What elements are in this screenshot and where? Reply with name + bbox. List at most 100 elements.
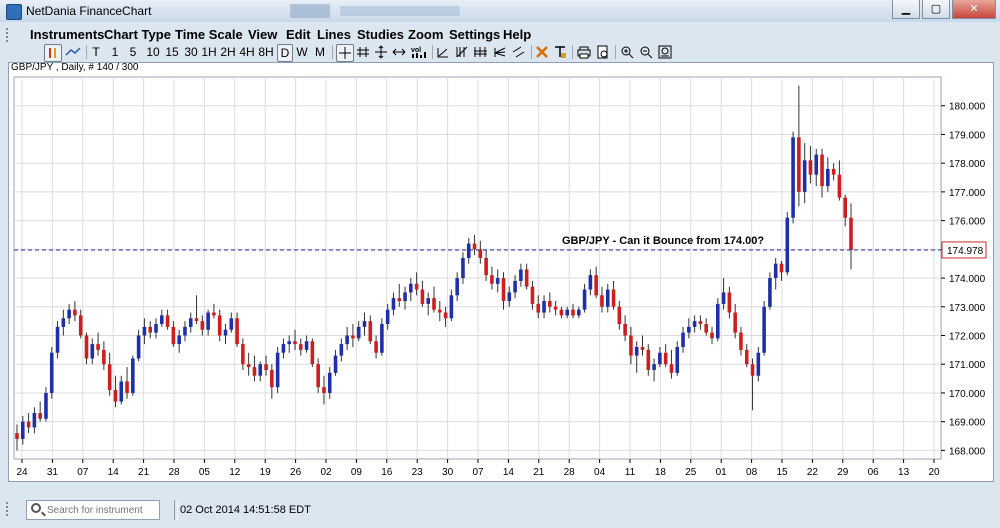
title-bar: NetDania FinanceChart ▁ ▢ ✕ — [0, 0, 1000, 22]
candlestick-chart[interactable]: 168.000 169.000 170.000 171.000 172.000 173.0… — [9, 63, 993, 494]
candle-body — [102, 349, 106, 365]
x-tick-label: 19 — [260, 467, 272, 478]
menu-time-scale[interactable]: Time Scale — [175, 27, 243, 42]
candle-body — [542, 301, 546, 313]
print-icon[interactable] — [576, 44, 592, 60]
timeframe-2h[interactable]: 2H — [220, 44, 236, 60]
trendline-icon[interactable] — [436, 44, 450, 60]
timeframe-10m[interactable]: 10 — [145, 44, 161, 60]
y-tick-label: 171.000 — [949, 360, 986, 371]
candle-body — [194, 318, 199, 322]
candle-body — [721, 292, 726, 304]
menu-lines[interactable]: Lines — [317, 27, 351, 42]
menu-settings[interactable]: Settings — [449, 27, 500, 42]
candle-body — [420, 289, 425, 304]
candle-body — [687, 326, 691, 333]
x-tick-label: 21 — [138, 467, 150, 478]
bar-chart-icon[interactable] — [44, 44, 62, 62]
candle-body — [490, 275, 494, 284]
candle-body — [710, 332, 714, 339]
candle-body — [472, 243, 477, 250]
candle-body — [55, 326, 60, 353]
delete-icon[interactable] — [535, 44, 549, 60]
menu-help[interactable]: Help — [503, 27, 531, 42]
candle-body — [779, 263, 784, 273]
timeframe-15m[interactable]: 15 — [164, 44, 180, 60]
candle-body — [241, 344, 245, 365]
candle-body — [843, 197, 848, 218]
line-chart-icon[interactable] — [64, 44, 82, 60]
svg-text:vol: vol — [411, 47, 421, 54]
candle-body — [374, 341, 378, 353]
candle-body — [270, 369, 274, 388]
menu-edit[interactable]: Edit — [286, 27, 311, 42]
candle-body — [380, 324, 384, 353]
volume-icon[interactable]: vol — [410, 44, 428, 60]
candle-body — [739, 332, 743, 350]
timeframe-8h[interactable]: 8H — [258, 44, 274, 60]
candle-body — [449, 295, 454, 319]
expand-icon[interactable] — [392, 44, 406, 60]
timeframe-1h[interactable]: 1H — [201, 44, 217, 60]
instrument-search[interactable] — [26, 500, 160, 520]
zoom-in-icon[interactable] — [620, 44, 634, 60]
candle-body — [107, 364, 112, 391]
x-tick-label: 20 — [928, 467, 940, 478]
timeframe-4h[interactable]: 4H — [239, 44, 255, 60]
crosshair-icon[interactable] — [336, 44, 354, 62]
maximize-button[interactable]: ▢ — [922, 0, 950, 19]
candle-body — [727, 292, 732, 313]
candle-body — [246, 364, 251, 368]
timeframe-1m[interactable]: 1 — [110, 44, 120, 60]
candle-body — [258, 364, 263, 376]
y-tick-label: 170.000 — [949, 389, 986, 400]
close-button[interactable]: ✕ — [952, 0, 996, 19]
candle-body — [142, 326, 147, 336]
x-tick-label: 26 — [290, 467, 302, 478]
move-icon[interactable] — [374, 44, 388, 60]
zoom-out-icon[interactable] — [639, 44, 653, 60]
candle-body — [495, 278, 500, 284]
candle-body — [362, 321, 367, 327]
x-tick-label: 25 — [685, 467, 697, 478]
timeframe-tick[interactable]: T — [91, 44, 101, 60]
zoom-reset-icon[interactable] — [658, 44, 672, 60]
timeframe-weekly[interactable]: W — [295, 44, 309, 60]
x-tick-label: 28 — [564, 467, 576, 478]
candle-body — [629, 335, 633, 356]
menu-zoom[interactable]: Zoom — [408, 27, 443, 42]
candle-body — [443, 312, 448, 319]
fib-icon[interactable] — [455, 44, 469, 60]
candle-body — [837, 174, 842, 198]
grid-icon[interactable] — [356, 44, 370, 60]
candle-body — [849, 217, 853, 250]
timeframe-5m[interactable]: 5 — [128, 44, 138, 60]
window-title: NetDania FinanceChart — [26, 4, 152, 18]
candle-body — [669, 364, 674, 373]
menu-instruments[interactable]: Instruments — [30, 27, 104, 42]
pitchfork-icon[interactable] — [493, 44, 507, 60]
timeframe-daily[interactable]: D — [277, 44, 293, 62]
text-tool-icon[interactable] — [553, 44, 567, 60]
menu-studies[interactable]: Studies — [357, 27, 404, 42]
search-input[interactable] — [45, 501, 159, 519]
y-tick-label: 169.000 — [949, 418, 986, 429]
candle-body — [26, 421, 31, 428]
candle-body — [536, 303, 541, 313]
timeframe-monthly[interactable]: M — [313, 44, 327, 60]
candle-body — [298, 344, 303, 350]
preview-icon[interactable] — [596, 44, 610, 60]
candle-body — [119, 381, 124, 402]
timeframe-30m[interactable]: 30 — [183, 44, 199, 60]
toolbar-separator — [572, 45, 573, 59]
channel-icon[interactable] — [512, 44, 526, 60]
y-tick-label: 176.000 — [949, 217, 986, 228]
candle-body — [409, 283, 413, 293]
minimize-button[interactable]: ▁ — [892, 0, 920, 19]
cycle-icon[interactable] — [473, 44, 489, 60]
candle-body — [484, 257, 488, 276]
menu-view[interactable]: View — [248, 27, 277, 42]
chart-panel[interactable]: 168.000 169.000 170.000 171.000 172.000 173.0… — [8, 62, 994, 494]
candle-body — [78, 315, 83, 336]
menu-chart-type[interactable]: Chart Type — [104, 27, 171, 42]
